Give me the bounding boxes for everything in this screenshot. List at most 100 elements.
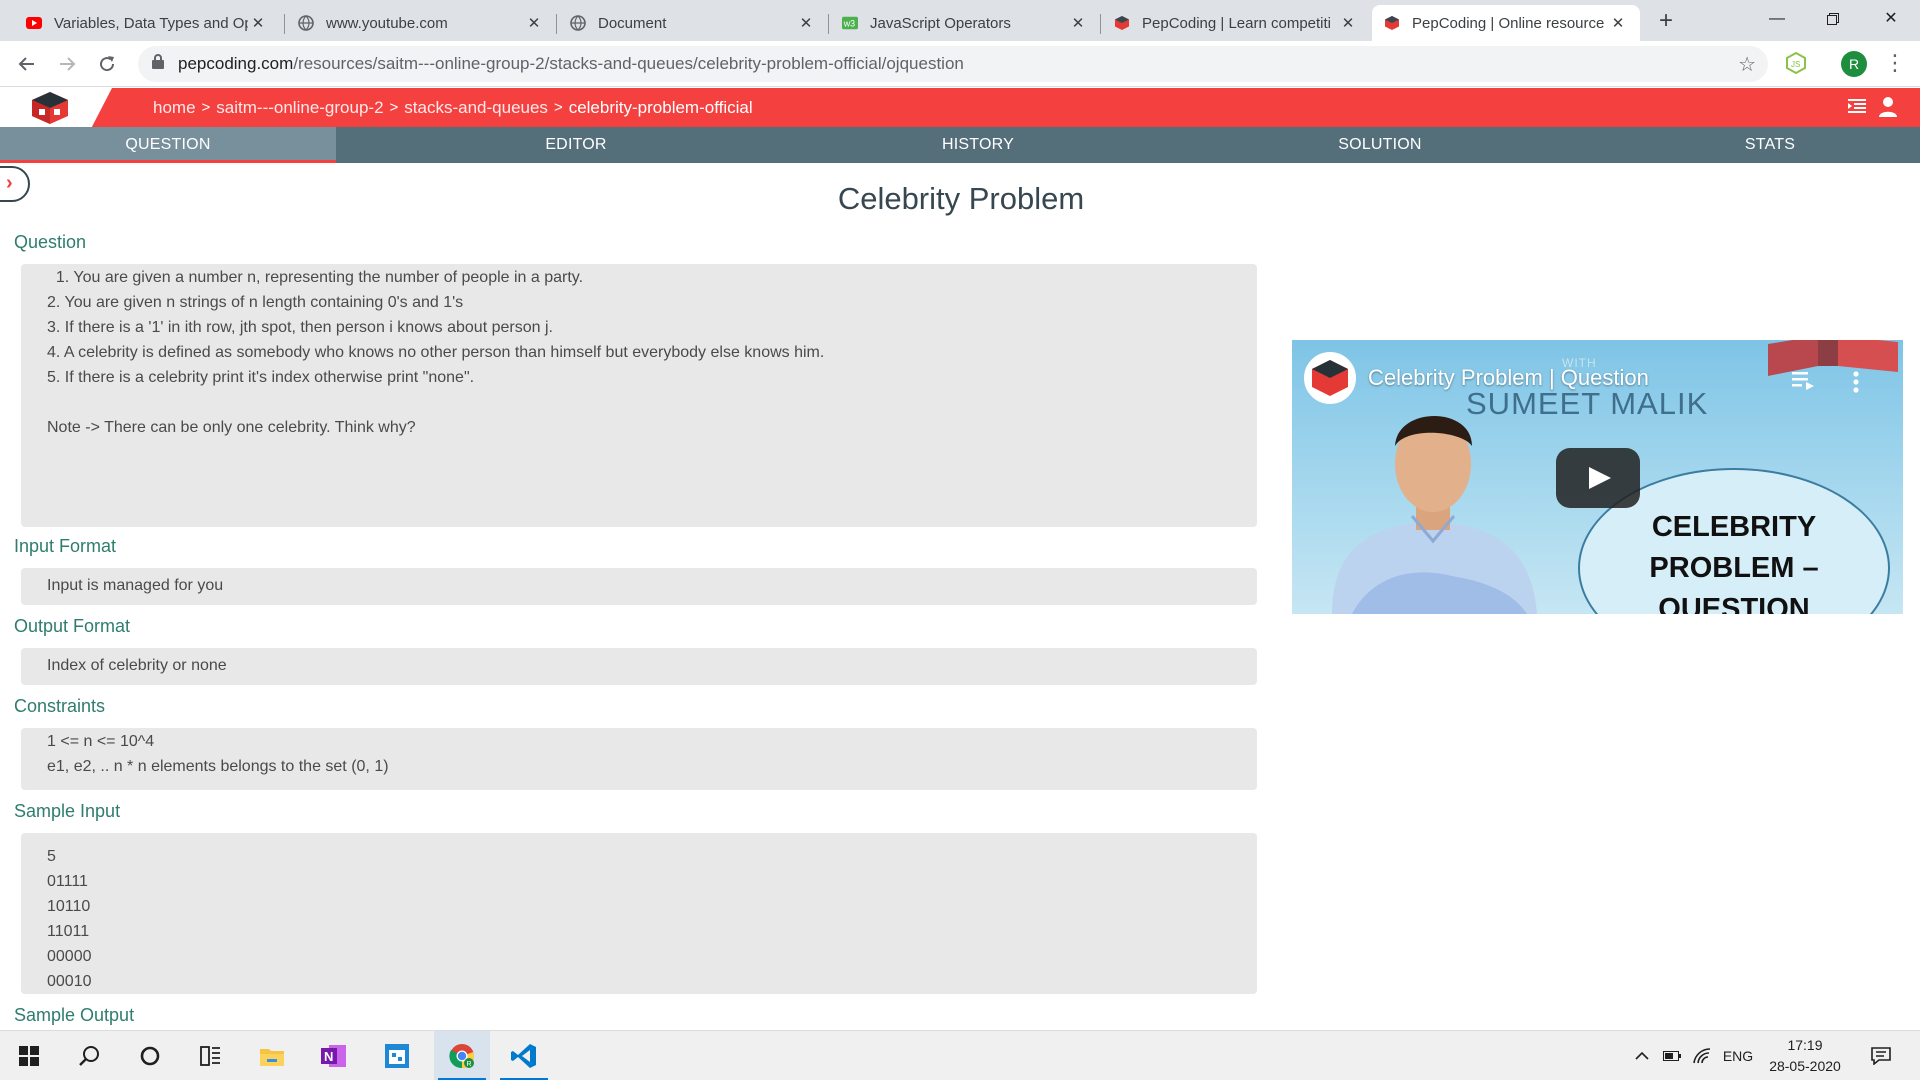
browser-tab-title: JavaScript Operators bbox=[870, 14, 1011, 32]
forward-button[interactable] bbox=[52, 49, 82, 79]
tab-stats[interactable]: STATS bbox=[1620, 127, 1920, 163]
more-options-icon[interactable] bbox=[1852, 370, 1860, 394]
url-path: /resources/saitm---online-group-2/stacks… bbox=[293, 54, 964, 73]
back-button[interactable] bbox=[12, 49, 42, 79]
close-tab-icon[interactable]: ✕ bbox=[1338, 14, 1358, 32]
tab-history[interactable]: HISTORY bbox=[816, 127, 1140, 163]
close-tab-icon[interactable]: ✕ bbox=[796, 14, 816, 32]
browser-tab-title: www.youtube.com bbox=[326, 14, 448, 32]
svg-text:JS: JS bbox=[1791, 60, 1800, 69]
caption-line: QUESTION bbox=[1658, 593, 1810, 614]
tab-separator bbox=[284, 14, 285, 34]
browser-toolbar: pepcoding.com/resources/saitm---online-g… bbox=[0, 41, 1920, 87]
pepcoding-icon bbox=[1114, 15, 1130, 31]
restore-button[interactable] bbox=[1805, 0, 1861, 40]
channel-logo-icon[interactable] bbox=[1304, 352, 1356, 404]
tab-solution[interactable]: SOLUTION bbox=[1140, 127, 1620, 163]
sample-input-line: 5 bbox=[47, 848, 56, 865]
question-line: 5. If there is a celebrity print it's in… bbox=[47, 369, 475, 386]
question-box: 1. You are given a number n, representin… bbox=[21, 264, 1257, 527]
nodejs-extension-icon[interactable]: JS bbox=[1785, 51, 1807, 75]
chrome-icon[interactable]: R bbox=[434, 1031, 490, 1080]
caption-line: PROBLEM – bbox=[1649, 552, 1819, 584]
page-title: Celebrity Problem bbox=[0, 181, 1920, 217]
close-tab-icon[interactable]: ✕ bbox=[1608, 14, 1628, 32]
constraints-label: Constraints bbox=[14, 696, 106, 716]
caption-line: CELEBRITY bbox=[1651, 511, 1817, 543]
question-line: 3. If there is a '1' in ith row, jth spo… bbox=[47, 319, 553, 336]
lock-icon bbox=[152, 54, 166, 74]
cortana-icon[interactable] bbox=[125, 1031, 175, 1080]
profile-avatar[interactable]: R bbox=[1841, 51, 1867, 77]
browser-tab-title: Variables, Data Types and Op bbox=[54, 14, 248, 32]
constraint-line: 1 <= n <= 10^4 bbox=[47, 733, 155, 750]
presenter-name: SUMEET MALIK bbox=[1466, 386, 1709, 421]
browser-tab-5[interactable]: PepCoding | Learn competiti ✕ bbox=[1102, 5, 1370, 41]
browser-tab-2[interactable]: www.youtube.com ✕ bbox=[286, 5, 556, 41]
sample-input-line: 10110 bbox=[47, 898, 91, 915]
user-icon[interactable] bbox=[1879, 97, 1897, 117]
browser-tab-title: Document bbox=[598, 14, 667, 32]
breadcrumb-group[interactable]: saitm---online-group-2 bbox=[216, 98, 383, 118]
close-window-button[interactable]: ✕ bbox=[1863, 0, 1919, 40]
tab-question[interactable]: QUESTION bbox=[0, 127, 336, 163]
close-tab-icon[interactable]: ✕ bbox=[1068, 14, 1088, 32]
show-hidden-icons-icon[interactable] bbox=[1630, 1031, 1654, 1080]
search-icon[interactable] bbox=[64, 1031, 114, 1080]
globe-icon bbox=[570, 15, 586, 31]
start-icon[interactable] bbox=[4, 1031, 54, 1080]
onenote-icon[interactable]: N bbox=[309, 1031, 359, 1080]
browser-tab-6-active[interactable]: PepCoding | Online resource ✕ bbox=[1372, 5, 1640, 41]
browser-tab-3[interactable]: Document ✕ bbox=[558, 5, 828, 41]
pepcoding-logo-icon[interactable] bbox=[30, 91, 70, 125]
close-tab-icon[interactable]: ✕ bbox=[248, 14, 268, 32]
task-view-icon[interactable] bbox=[185, 1031, 235, 1080]
battery-icon[interactable] bbox=[1660, 1031, 1684, 1080]
sample-input-line: 00010 bbox=[47, 973, 92, 990]
tab-editor[interactable]: EDITOR bbox=[336, 127, 816, 163]
bookmark-star-icon[interactable]: ☆ bbox=[1738, 52, 1756, 77]
youtube-icon bbox=[26, 15, 42, 31]
breadcrumb: home > saitm---online-group-2 > stacks-a… bbox=[153, 88, 753, 127]
problem-title-text: Celebrity Problem bbox=[837, 181, 1085, 216]
question-line: 1. You are given a number n, representin… bbox=[47, 269, 584, 286]
breadcrumb-home[interactable]: home bbox=[153, 98, 196, 118]
close-tab-icon[interactable]: ✕ bbox=[524, 14, 544, 32]
pepcoding-icon bbox=[1384, 15, 1400, 31]
notifications-icon[interactable] bbox=[1866, 1031, 1896, 1080]
tab-separator bbox=[1100, 14, 1101, 34]
wifi-icon[interactable] bbox=[1690, 1031, 1714, 1080]
w3schools-icon: w3 bbox=[842, 15, 858, 31]
breadcrumb-topic[interactable]: stacks-and-queues bbox=[404, 98, 548, 118]
play-button-icon[interactable] bbox=[1556, 448, 1640, 508]
logo-area bbox=[0, 88, 112, 127]
video-player[interactable]: Celebrity Problem | Question WITH SUMEET… bbox=[1292, 340, 1903, 614]
browser-tab-4[interactable]: w3 JavaScript Operators ✕ bbox=[830, 5, 1100, 41]
playlist-add-icon[interactable] bbox=[1792, 370, 1816, 390]
video-with-text: WITH bbox=[1562, 356, 1597, 370]
new-tab-button[interactable]: + bbox=[1652, 8, 1680, 36]
calendar-icon[interactable] bbox=[372, 1031, 422, 1080]
browser-tab-title: PepCoding | Online resource bbox=[1412, 14, 1605, 32]
svg-text:N: N bbox=[324, 1049, 333, 1064]
chrome-menu-icon[interactable]: ⋮ bbox=[1884, 49, 1906, 79]
output-format-label: Output Format bbox=[14, 616, 131, 636]
clock-time: 17:19 bbox=[1787, 1037, 1823, 1053]
constraint-line: e1, e2, .. n * n elements belongs to the… bbox=[47, 758, 389, 775]
reload-button[interactable] bbox=[92, 49, 122, 79]
browser-tab-title: PepCoding | Learn competiti bbox=[1142, 14, 1332, 32]
url-text: pepcoding.com/resources/saitm---online-g… bbox=[178, 54, 964, 74]
sample-input-line: 11011 bbox=[47, 923, 90, 940]
language-indicator[interactable]: ENG bbox=[1718, 1031, 1758, 1080]
question-line: 2. You are given n strings of n length c… bbox=[47, 294, 464, 311]
vscode-icon[interactable] bbox=[496, 1031, 552, 1080]
url-domain: pepcoding.com bbox=[178, 54, 294, 73]
windows-taskbar: N R ENG 17:19 28-05-2020 bbox=[0, 1030, 1920, 1080]
browser-tab-1[interactable]: Variables, Data Types and Op ✕ bbox=[14, 5, 280, 41]
address-bar[interactable]: pepcoding.com/resources/saitm---online-g… bbox=[138, 46, 1768, 82]
minimize-button[interactable]: — bbox=[1749, 0, 1805, 40]
chevron-right-icon: > bbox=[201, 99, 211, 116]
list-icon[interactable] bbox=[1848, 98, 1866, 116]
file-explorer-icon[interactable] bbox=[247, 1031, 297, 1080]
system-clock[interactable]: 17:19 28-05-2020 bbox=[1760, 1035, 1850, 1077]
